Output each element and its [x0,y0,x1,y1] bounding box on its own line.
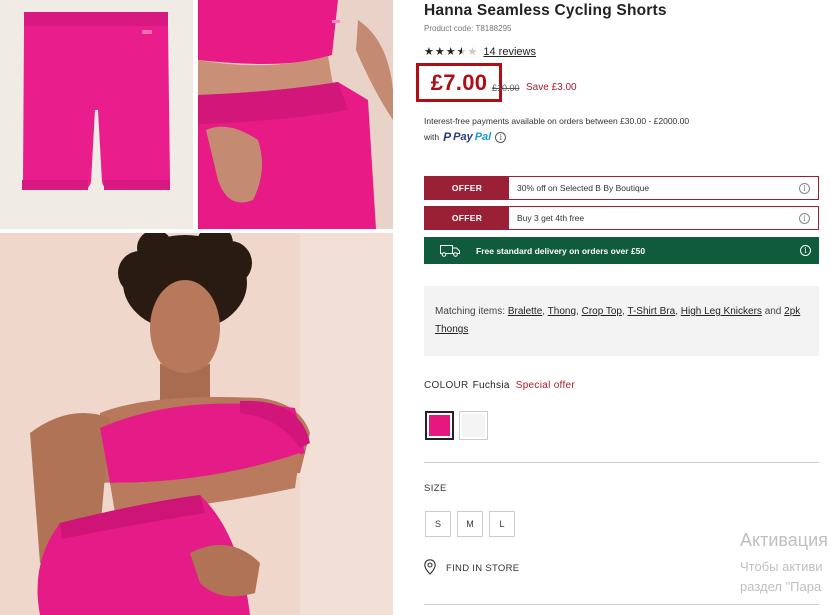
rating-row: ★ ★ ★ ★ ★ 14 reviews [424,46,536,58]
product-image-crop-top-closeup[interactable] [198,0,393,229]
product-details-panel: Hanna Seamless Cycling Shorts Product co… [416,0,831,615]
finance-with-label: with [424,132,440,142]
was-price: £10.00 [492,83,520,93]
product-code: Product code: T8188295 [424,24,512,33]
matching-item-link[interactable]: T-Shirt Bra [627,306,675,317]
size-label: SIZE [424,483,447,494]
offer-tag: OFFER [425,177,509,199]
current-price: £7.00 [430,69,488,95]
star-icon: ★ [434,45,445,58]
watermark-line: раздел "Пара [740,579,822,594]
offer-banner[interactable]: OFFER Buy 3 get 4th free i [424,206,819,230]
matching-item-link[interactable]: Thong [548,306,576,317]
star-icon: ★ [424,45,434,58]
matching-item-link[interactable]: Crop Top [582,306,622,317]
price-highlight-box: £7.00 [416,63,502,102]
product-image-model[interactable] [0,233,393,615]
offer-text: 30% off on Selected B By Boutique [517,183,650,193]
save-amount: Save £3.00 [526,82,577,93]
find-in-store-label: FIND IN STORE [446,563,520,574]
info-icon[interactable]: i [799,182,810,194]
colour-label: COLOUR [424,380,469,391]
paypal-icon: P [443,130,452,144]
paypal-logo: P Pay Pal [443,129,491,145]
matching-items-label: Matching items: [435,306,506,317]
product-gallery [0,0,393,615]
colour-row: COLOUR Fuchsia Special offer [424,380,575,391]
matching-and-label: and [764,306,782,317]
size-option-s[interactable]: S [425,511,451,537]
finance-text: Interest-free payments available on orde… [424,116,690,126]
watermark-line: Чтобы активи [740,559,823,574]
offer-text: Buy 3 get 4th free [517,213,585,223]
paypal-logo-pay: Pay [453,131,473,143]
location-pin-icon [424,559,436,578]
divider [424,462,819,463]
watermark-title: Активация [740,530,828,550]
special-offer-label: Special offer [515,380,576,391]
info-icon[interactable]: i [800,245,811,256]
colour-swatch-fuchsia[interactable] [425,411,454,440]
colour-swatch-white[interactable] [459,411,488,440]
paypal-logo-pal: Pal [474,131,492,143]
delivery-truck-icon [424,244,476,257]
finance-info: Interest-free payments available on orde… [424,113,804,145]
star-icon: ★ [445,45,456,58]
info-icon[interactable]: i [495,131,507,143]
product-title: Hanna Seamless Cycling Shorts [424,2,667,19]
info-icon[interactable]: i [799,212,810,224]
selected-colour: Fuchsia [472,380,510,391]
matching-items-box: Matching items: Bralette, Thong, Crop To… [424,286,819,356]
offer-tag: OFFER [425,207,509,229]
star-icon: ★ [467,45,478,58]
divider [424,604,819,605]
star-icon: ★ [456,45,467,58]
size-option-m[interactable]: M [457,511,483,537]
star-rating: ★ ★ ★ ★ ★ [424,45,478,58]
paypal-row: with P Pay Pal i [424,129,804,145]
windows-activation-watermark: Активация Чтобы активи раздел "Пара [740,530,828,597]
delivery-text: Free standard delivery on orders over £5… [476,245,646,256]
delivery-banner[interactable]: Free standard delivery on orders over £5… [424,237,819,264]
product-image-flatlay[interactable] [0,0,193,229]
reviews-link[interactable]: 14 reviews [483,46,536,58]
find-in-store-link[interactable]: FIND IN STORE [424,559,519,578]
size-option-l[interactable]: L [489,511,515,537]
matching-item-link[interactable]: High Leg Knickers [681,306,762,317]
matching-item-link[interactable]: Bralette [508,306,542,317]
offer-banner[interactable]: OFFER 30% off on Selected B By Boutique … [424,176,819,200]
